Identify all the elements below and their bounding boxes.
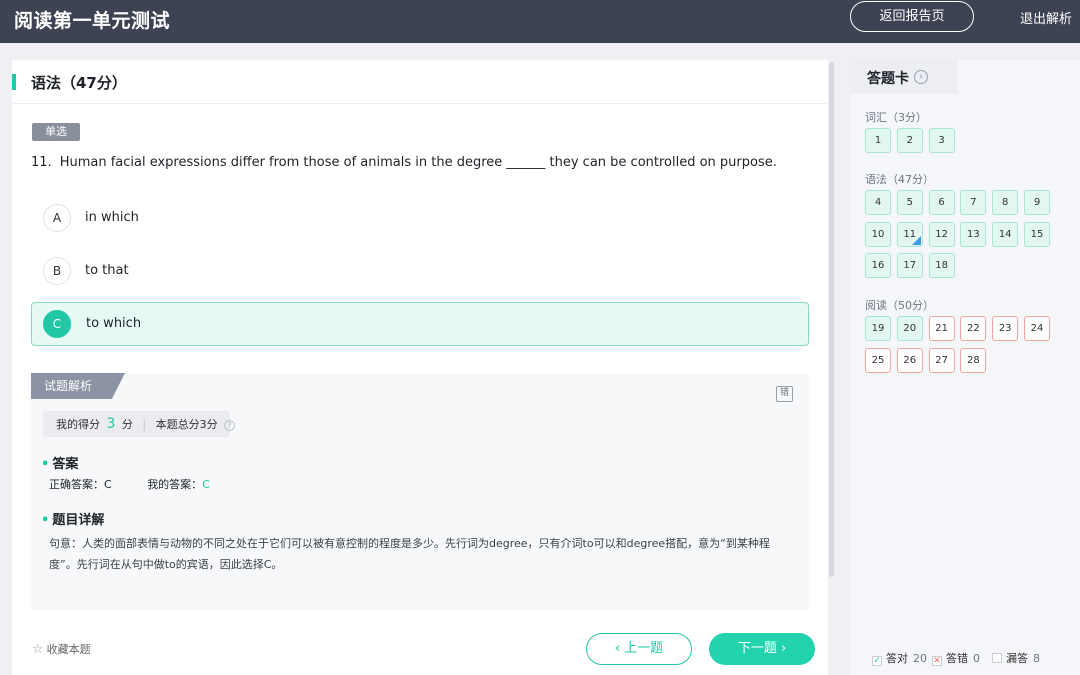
favorite-button[interactable]: ☆ 收藏本题 — [32, 641, 91, 657]
total-score: 本题总分3分 — [155, 418, 218, 431]
question-number-box[interactable]: 19 — [865, 316, 891, 341]
question-number-box[interactable]: 4 — [865, 190, 891, 215]
check-icon: ✓ — [872, 656, 882, 666]
question-text: Human facial expressions differ from tho… — [59, 155, 777, 170]
question-number-box[interactable]: 10 — [865, 221, 891, 247]
chevron-right-icon: › — [780, 641, 787, 656]
question-number-box[interactable]: 28 — [960, 347, 987, 373]
my-answer-value: C — [202, 478, 210, 491]
chevron-left-icon: ‹ — [614, 641, 621, 656]
section-title: 语法（47分） — [31, 74, 127, 92]
back-to-report-button[interactable]: 返回报告页 — [850, 1, 974, 32]
my-score-value: 3 — [106, 416, 116, 432]
detail-heading: 题目详解 — [41, 509, 104, 528]
question-number-box[interactable]: 20 — [896, 316, 923, 341]
option-letter: C — [43, 310, 71, 338]
my-score-unit: 分 — [121, 418, 133, 431]
answer-heading: 答案 — [41, 453, 78, 472]
page-title: 阅读第一单元测试 — [14, 10, 171, 32]
option-text: to which — [86, 316, 142, 331]
legend-missed-count: 8 — [1033, 652, 1040, 665]
section-header: 语法（47分） — [12, 60, 828, 104]
report-error-icon[interactable]: 错 — [776, 386, 793, 402]
question-panel: 语法（47分） 单选 11. Human facial expressions d… — [12, 60, 828, 675]
legend-correct-count: 20 — [913, 652, 927, 665]
group-label-vocab: 词汇（3分） — [865, 111, 927, 124]
divider: | — [142, 418, 147, 431]
question-number-box[interactable]: 23 — [992, 316, 1019, 341]
group-label-grammar: 语法（47分） — [865, 173, 934, 186]
scrollbar-thumb[interactable] — [829, 62, 834, 577]
prev-label: 上一题 — [624, 641, 664, 656]
option-b[interactable]: B to that — [31, 250, 809, 294]
next-label: 下一题 — [737, 641, 777, 656]
question-number-box[interactable]: 6 — [928, 190, 955, 215]
legend-wrong-label: 答错 — [946, 652, 968, 665]
question-number-box[interactable]: 25 — [865, 347, 891, 373]
analysis-tab: 试题解析 — [31, 373, 125, 399]
legend-wrong: ✕ 答错 0 — [932, 650, 980, 666]
legend-missed: 漏答 8 — [992, 650, 1040, 666]
question-number-box[interactable]: 17 — [896, 253, 923, 279]
question-number-box[interactable]: 9 — [1024, 190, 1050, 215]
score-summary: 我的得分 3 分 | 本题总分3分 ? — [43, 411, 236, 437]
question-number-box[interactable]: 13 — [960, 221, 987, 247]
section-accent-bar — [12, 74, 16, 90]
question-number-box[interactable]: 21 — [928, 316, 955, 341]
question-number-box[interactable]: 26 — [896, 347, 923, 373]
question-number-box[interactable]: 27 — [928, 347, 955, 373]
detail-text: 句意：人类的面部表情与动物的不同之处在于它们可以被有意控制的程度是多少。先行词为… — [49, 537, 770, 571]
favorite-label: 收藏本题 — [46, 643, 91, 656]
next-question-button[interactable]: 下一题 › — [709, 633, 815, 665]
question-number-box[interactable]: 5 — [896, 190, 923, 215]
legend-wrong-count: 0 — [973, 652, 980, 665]
question-number-box[interactable]: 18 — [928, 253, 955, 279]
option-letter: B — [43, 257, 71, 285]
option-text: in which — [85, 210, 139, 225]
analysis-panel: 试题解析 错 我的得分 3 分 | 本题总分3分 ? 答案 正确答案：C 我的答… — [31, 373, 809, 611]
question-number-box[interactable]: 22 — [960, 316, 987, 341]
correct-answer: 正确答案：C — [49, 478, 112, 491]
chevron-right-circle-icon[interactable]: › — [914, 70, 928, 84]
my-score-label: 我的得分 — [56, 418, 100, 431]
option-a[interactable]: A in which — [31, 197, 809, 241]
question-number-box[interactable]: 11 — [896, 221, 923, 247]
my-answer-label: 我的答案： — [147, 478, 203, 491]
legend-correct-label: 答对 — [886, 652, 908, 665]
answer-card-title: 答题卡 — [867, 71, 909, 87]
question-stem: 11. Human facial expressions differ from … — [31, 155, 777, 170]
question-number-box[interactable]: 7 — [960, 190, 987, 215]
question-number-box[interactable]: 15 — [1024, 221, 1050, 247]
question-number: 11. — [31, 155, 52, 170]
empty-box-icon — [992, 653, 1002, 663]
prev-question-button[interactable]: ‹ 上一题 — [586, 633, 692, 665]
question-number-box[interactable]: 14 — [992, 221, 1019, 247]
help-icon[interactable]: ? — [224, 419, 236, 431]
cross-icon: ✕ — [932, 656, 942, 666]
question-number-box[interactable]: 1 — [865, 128, 891, 153]
option-c[interactable]: C to which — [31, 302, 809, 346]
group-label-reading: 阅读（50分） — [865, 299, 934, 312]
question-number-box[interactable]: 3 — [928, 128, 955, 153]
option-text: to that — [85, 263, 129, 278]
question-number-box[interactable]: 12 — [928, 221, 955, 247]
exit-analysis-link[interactable]: 退出解析 — [1020, 8, 1072, 27]
legend-correct: ✓ 答对 20 — [872, 650, 927, 666]
question-number-box[interactable]: 24 — [1024, 316, 1050, 341]
answer-line: 正确答案：C 我的答案：C — [49, 476, 210, 492]
legend-missed-label: 漏答 — [1006, 652, 1028, 665]
question-number-box[interactable]: 16 — [865, 253, 891, 279]
star-icon: ☆ — [32, 642, 44, 657]
option-letter: A — [43, 204, 71, 232]
question-number-box[interactable]: 2 — [896, 128, 923, 153]
question-number-box[interactable]: 8 — [992, 190, 1019, 215]
question-type-tag: 单选 — [32, 123, 80, 141]
